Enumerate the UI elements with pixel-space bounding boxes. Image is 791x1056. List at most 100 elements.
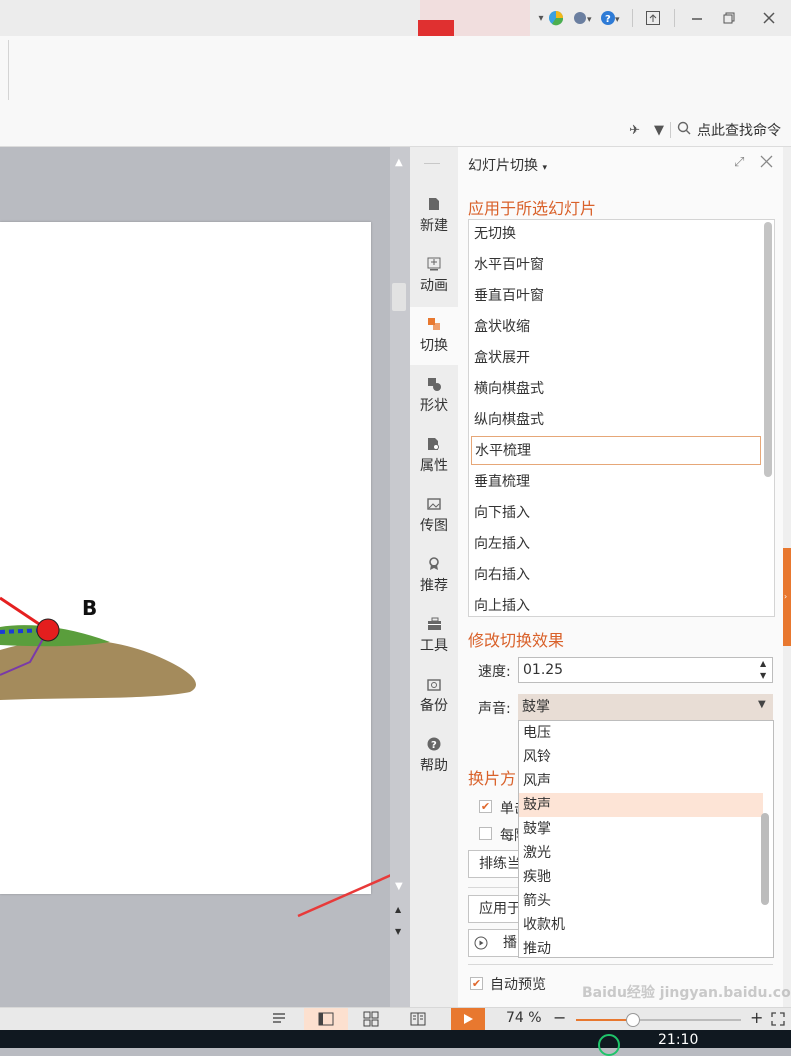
title-bar: ▾ ▾ ? ▾ [0,0,791,36]
divider [674,9,675,27]
list-item[interactable]: 盒状收缩 [471,313,761,342]
dropdown-option[interactable]: 风铃 [519,745,763,769]
restore-window-icon[interactable] [640,6,666,30]
clock-time: 21:10 [658,1032,699,1048]
tab-help[interactable]: ? 帮助 [410,727,458,785]
list-item[interactable]: 向左插入 [471,530,761,559]
feedback-icon[interactable]: ▾ [570,6,596,30]
transition-list[interactable]: 无切换 水平百叶窗 垂直百叶窗 盒状收缩 盒状展开 横向棋盘式 纵向棋盘式 水平… [468,219,775,617]
tab-recommend[interactable]: 推荐 [410,547,458,605]
tab-shape[interactable]: 形状 [410,367,458,425]
toolbox-icon [427,617,441,631]
tab-property[interactable]: 属性 [410,427,458,485]
close-panel-icon[interactable] [760,155,773,172]
command-search-label[interactable]: 点此查找命令 [697,120,781,140]
zoom-out-button[interactable]: − [553,1008,566,1027]
auto-preview-label: 自动预览 [490,977,546,993]
dropdown-option[interactable]: 鼓掌 [519,817,763,841]
normal-view-icon [318,1012,334,1026]
sound-label: 声音: [478,701,511,717]
skin-icon[interactable] [543,6,569,30]
list-item[interactable]: 垂直梳理 [471,468,761,497]
red-logo-fragment [418,20,454,36]
zoom-level[interactable]: 74 % [506,1010,542,1026]
list-item[interactable]: 向右插入 [471,561,761,590]
auto-preview-checkbox[interactable]: ✔ [470,977,483,990]
list-item-selected[interactable]: 水平梳理 [471,436,761,465]
dropdown-option[interactable]: 激光 [519,841,763,865]
play-icon [474,936,488,954]
normal-view-button[interactable] [304,1008,348,1030]
dropdown-option-highlighted[interactable]: 鼓声 [519,793,763,817]
maximize-icon[interactable] [716,6,742,30]
scroll-up-icon[interactable]: ▲ [395,157,403,168]
scroll-down-icon[interactable]: ▼ [395,881,403,892]
list-scrollbar[interactable] [764,222,772,477]
tab-new[interactable]: 新建 [410,187,458,245]
minimize-icon[interactable] [684,6,710,30]
chevron-down-icon[interactable]: ▼ [758,699,766,710]
tab-transition[interactable]: 切换 [410,307,458,365]
dropdown-option[interactable]: 风声 [519,769,763,793]
list-item[interactable]: 纵向棋盘式 [471,406,761,435]
tab-backup[interactable]: 备份 [410,667,458,725]
sound-select[interactable]: 鼓掌 [518,694,773,720]
dropdown-option[interactable]: 电压 [519,721,763,745]
scroll-thumb[interactable] [392,283,406,311]
slide-transition-panel: 幻灯片切换 ▾ ⤢ 应用于所选幻灯片 无切换 水平百叶窗 垂直百叶窗 盒状收缩 … [458,147,783,1007]
panel-title[interactable]: 幻灯片切换 ▾ [468,155,547,175]
command-search[interactable]: ✈ ▼ 点此查找命令 [629,120,781,140]
dropdown-option[interactable]: 箭头 [519,889,763,913]
dropdown-scrollbar[interactable] [761,813,769,905]
notes-icon[interactable] [272,1011,288,1029]
on-click-checkbox[interactable]: ✔ [479,800,492,813]
dropdown-option[interactable]: 疾驰 [519,865,763,889]
zoom-slider-thumb[interactable] [626,1013,640,1027]
sound-dropdown-list[interactable]: 电压 风铃 风声 鼓声 鼓掌 激光 疾驰 箭头 收款机 推动 [518,720,774,958]
zoom-slider-track[interactable] [576,1013,741,1027]
close-icon[interactable] [756,6,782,30]
divider [468,964,773,965]
comment-icon[interactable]: ▼ [654,123,664,138]
tab-toolbox[interactable]: 工具 [410,607,458,665]
dropdown-option[interactable]: 收款机 [519,913,763,937]
fit-window-icon[interactable] [771,1012,785,1030]
dropdown-option[interactable]: 推动 [519,937,763,957]
every-checkbox[interactable] [479,827,492,840]
list-item[interactable]: 向下插入 [471,499,761,528]
list-item[interactable]: 盒状展开 [471,344,761,373]
watermark-text: Baidu经验 jingyan.baidu.com [582,985,791,1001]
editor-scrollbar[interactable]: ▲ ▼ ▲ ▼ [390,147,410,1007]
tab-shape-label: 形状 [420,398,448,414]
list-item[interactable]: 水平百叶窗 [471,251,761,280]
next-slide-icon[interactable]: ▼ [395,927,401,936]
pin-icon[interactable]: ✈ [629,123,640,138]
tab-animation[interactable]: 动画 [410,247,458,305]
collapse-panel-tab[interactable]: › [783,548,791,646]
list-item[interactable]: 垂直百叶窗 [471,282,761,311]
undock-icon[interactable]: ⤢ [734,155,744,170]
tab-animation-label: 动画 [420,278,448,294]
app-tray-icon[interactable] [598,1034,620,1056]
slide-canvas[interactable]: B [0,222,371,894]
tab-upload-image[interactable]: 传图 [410,487,458,545]
list-item[interactable]: 向上插入 [471,592,761,616]
divider [670,122,671,138]
panel-title-text: 幻灯片切换 [468,158,538,174]
property-icon [427,437,441,451]
speed-stepper[interactable]: ▲ ▼ [760,658,766,682]
zoom-in-button[interactable]: + [750,1008,763,1027]
help-menu-icon[interactable]: ? ▾ [598,6,624,30]
prev-slide-icon[interactable]: ▲ [395,905,401,914]
slide-drawing [0,596,196,700]
status-bar: 74 % − + [0,1007,791,1031]
slideshow-button[interactable] [451,1008,485,1030]
slide-sorter-icon[interactable] [363,1011,379,1031]
watermark: Baidu经验 jingyan.baidu.com [582,975,791,1003]
play-icon [464,1014,473,1024]
tab-backup-label: 备份 [420,698,448,714]
list-item[interactable]: 横向棋盘式 [471,375,761,404]
list-item[interactable]: 无切换 [471,220,761,249]
speed-input[interactable]: 01.25 [518,657,773,683]
reading-view-icon[interactable] [410,1011,426,1031]
